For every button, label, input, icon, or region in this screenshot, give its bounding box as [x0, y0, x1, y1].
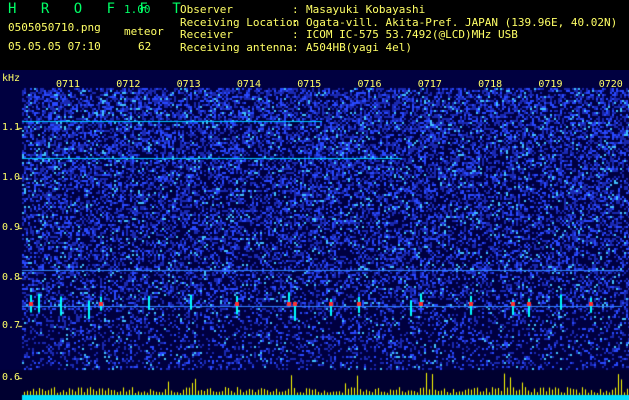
app-logo: H R O F F T — [8, 1, 189, 17]
x-tick-label: 0716 — [357, 79, 382, 90]
y-tick-label: 0.7 — [2, 320, 21, 331]
station-info: Observer: Masayuki Kobayashi Receiving L… — [180, 3, 617, 54]
x-tick-label: 0713 — [176, 79, 201, 90]
info-row-observer: Observer: Masayuki Kobayashi — [180, 3, 426, 16]
y-tick-label: 0.6 — [2, 372, 21, 383]
filename-label: 0505050710.png — [8, 21, 101, 34]
y-tick-label: 1.0 — [2, 172, 21, 183]
spectrogram-canvas — [0, 70, 629, 400]
y-tick-label: 1.1 — [2, 122, 21, 133]
x-tick-label: 0711 — [56, 79, 81, 90]
datetime-label: 05.05.05 07:10 — [8, 40, 101, 53]
info-row-antenna: Receiving antenna: A504HB(yagi 4el) — [180, 40, 412, 54]
x-tick-label: 0715 — [297, 79, 322, 90]
x-tick-label: 0712 — [116, 79, 141, 90]
y-tick-label: 0.8 — [2, 272, 21, 283]
meteor-count: 62 — [138, 40, 152, 53]
app-version: 1.00 — [124, 3, 151, 16]
x-tick-label: 0719 — [538, 79, 563, 90]
header-panel: H R O F F T 1.00 0505050710.png meteor 0… — [0, 0, 629, 70]
y-tick-label: 0.9 — [2, 222, 21, 233]
x-tick-label: 0714 — [236, 79, 261, 90]
x-tick-label: 0718 — [478, 79, 503, 90]
meteor-label: meteor — [124, 25, 164, 38]
x-tick-label: 0720 — [598, 79, 623, 90]
info-row-receiver: Receiver: ICOM IC-575 53.7492(@LCD)MHz U… — [180, 28, 518, 41]
x-tick-label: 0717 — [417, 79, 442, 90]
y-axis-label: kHz — [2, 73, 21, 84]
